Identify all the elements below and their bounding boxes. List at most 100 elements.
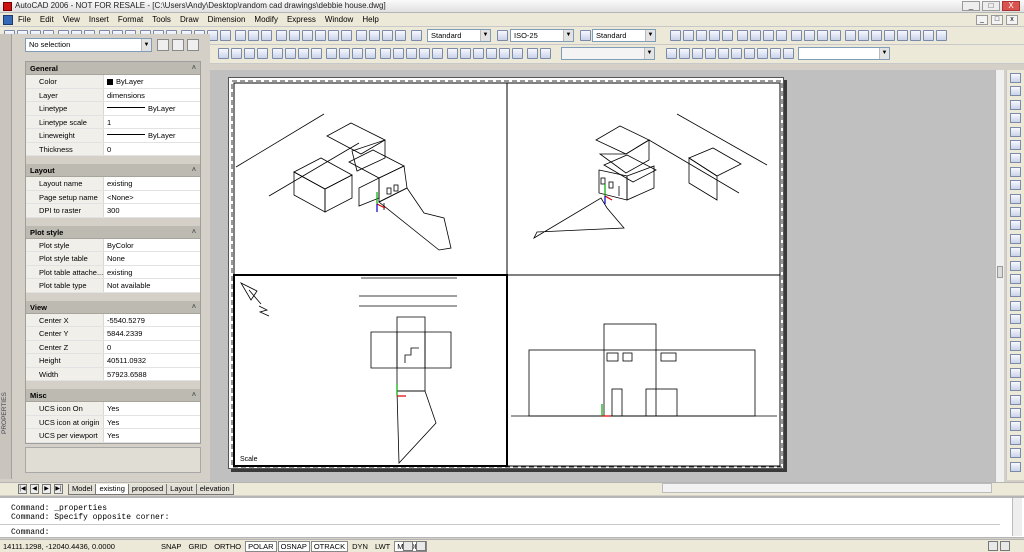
standard-tool-icon[interactable] — [884, 30, 895, 41]
collapse-icon[interactable]: ˄ — [192, 62, 196, 75]
property-row[interactable]: Center Y 5844.2339 — [26, 327, 200, 341]
property-row[interactable]: Center Z0 — [26, 340, 200, 354]
modify-tool-icon[interactable] — [1010, 448, 1021, 459]
layer-tool-icon[interactable] — [380, 48, 391, 59]
layer-tool-icon[interactable] — [244, 48, 255, 59]
layer-tool-icon[interactable] — [460, 48, 471, 59]
prev-tab-button[interactable]: ◀ — [30, 484, 39, 494]
modify-tool-icon[interactable] — [1010, 73, 1021, 83]
layer-tool-icon[interactable] — [257, 48, 268, 59]
palette-title-strip[interactable]: PROPERTIES — [0, 34, 12, 479]
layer-tool-icon[interactable] — [512, 48, 523, 59]
dim-style-combo[interactable]: ISO-25 ▼ — [510, 29, 574, 42]
layer-tool-icon[interactable] — [666, 48, 677, 59]
layer-tool-icon[interactable] — [298, 48, 309, 59]
property-row[interactable]: Height 40511.0932 — [26, 354, 200, 368]
property-value[interactable]: 5844.2339 — [104, 327, 200, 340]
modify-tool-icon[interactable] — [1010, 274, 1021, 284]
menu-window[interactable]: Window — [325, 15, 353, 24]
property-row[interactable]: Plot table type Not available — [26, 279, 200, 293]
property-row[interactable]: Center X -5540.5279 — [26, 313, 200, 327]
section-header-general[interactable]: General ˄ — [26, 62, 200, 75]
standard-tool-icon[interactable] — [871, 30, 882, 41]
standard-tool-icon[interactable] — [750, 30, 761, 41]
standard-tool-icon[interactable] — [356, 30, 367, 41]
next-tab-button[interactable]: ▶ — [42, 484, 51, 494]
property-row[interactable]: UCS icon at origin Yes — [26, 415, 200, 429]
standard-tool-icon[interactable] — [382, 30, 393, 41]
standard-tool-icon[interactable] — [395, 30, 406, 41]
tab-proposed[interactable]: proposed — [127, 484, 168, 495]
collapse-icon[interactable]: ˄ — [192, 226, 196, 239]
document-icon[interactable] — [3, 15, 13, 25]
modify-tool-icon[interactable] — [1010, 99, 1021, 110]
standard-tool-icon[interactable] — [696, 30, 707, 41]
menu-tools[interactable]: Tools — [152, 15, 171, 24]
property-row[interactable]: UCS per viewport Yes — [26, 429, 200, 443]
minimize-button[interactable]: _ — [962, 1, 980, 11]
selection-dropdown[interactable]: No selection ▼ — [25, 38, 152, 52]
standard-tool-icon[interactable] — [776, 30, 787, 41]
modify-tool-icon[interactable] — [1010, 86, 1021, 97]
doc-restore-button[interactable]: □ — [991, 15, 1003, 25]
modify-tool-icon[interactable] — [1010, 300, 1021, 311]
modify-tool-icon[interactable] — [1010, 233, 1021, 244]
lock-icon[interactable] — [988, 541, 998, 551]
first-tab-button[interactable]: |◀ — [18, 484, 27, 494]
toggle-ortho[interactable]: ORTHO — [211, 541, 244, 552]
modify-tool-icon[interactable] — [1010, 287, 1021, 298]
modify-tool-icon[interactable] — [1010, 461, 1021, 472]
modify-tool-icon[interactable] — [1010, 193, 1021, 204]
section-header-plot-style[interactable]: Plot style ˄ — [26, 225, 200, 239]
modify-tool-icon[interactable] — [1010, 314, 1021, 325]
modify-tool-icon[interactable] — [1010, 220, 1021, 231]
property-value[interactable]: -5540.5279 — [104, 314, 200, 327]
section-header-layout[interactable]: Layout ˄ — [26, 164, 200, 177]
layer-tool-icon[interactable] — [432, 48, 443, 59]
property-row[interactable]: Layer dimensions — [26, 88, 200, 102]
property-row[interactable]: Page setup name <None> — [26, 190, 200, 204]
menu-format[interactable]: Format — [118, 15, 143, 24]
text-style-combo[interactable]: Standard ▼ — [427, 29, 491, 42]
layer-tool-icon[interactable] — [731, 48, 742, 59]
tab-existing[interactable]: existing — [95, 484, 129, 495]
modify-tool-icon[interactable] — [1010, 434, 1021, 445]
standard-tool-icon[interactable] — [261, 30, 272, 41]
section-header-view[interactable]: View ˄ — [26, 300, 200, 314]
property-value[interactable]: existing — [104, 177, 200, 190]
layer-tool-icon[interactable] — [406, 48, 417, 59]
quick-select-icon[interactable] — [187, 39, 199, 51]
tab-model[interactable]: Model — [68, 484, 97, 495]
modify-tool-icon[interactable] — [1010, 113, 1021, 124]
standard-tool-icon[interactable] — [936, 30, 947, 41]
modify-tool-icon[interactable] — [1010, 408, 1021, 418]
standard-tool-icon[interactable] — [830, 30, 841, 41]
layer-tool-icon[interactable] — [447, 48, 458, 59]
toggle-dyn[interactable]: DYN — [349, 541, 371, 552]
layer-tool-icon[interactable] — [218, 48, 229, 59]
layer-tool-icon[interactable] — [473, 48, 484, 59]
layer-tool-icon[interactable] — [285, 48, 296, 59]
property-row[interactable]: Layout name existing — [26, 177, 200, 191]
menu-file[interactable]: File — [18, 15, 31, 24]
modify-tool-icon[interactable] — [1010, 341, 1021, 351]
layer-tool-icon[interactable] — [419, 48, 430, 59]
layer-tool-icon[interactable] — [486, 48, 497, 59]
standard-tool-icon[interactable] — [722, 30, 733, 41]
maximize-button[interactable]: □ — [982, 1, 1000, 11]
layer-tool-icon[interactable] — [757, 48, 768, 59]
layer-tool-icon[interactable] — [311, 48, 322, 59]
property-value[interactable]: 1 — [104, 116, 200, 129]
layer-tool-icon[interactable] — [679, 48, 690, 59]
property-value[interactable]: Yes — [104, 429, 200, 442]
layout-icon[interactable] — [416, 541, 426, 551]
modify-tool-icon[interactable] — [1010, 367, 1021, 378]
modify-tool-icon[interactable] — [1010, 126, 1021, 137]
collapse-icon[interactable]: ˄ — [192, 389, 196, 402]
tab-layout[interactable]: Layout — [166, 484, 197, 495]
standard-tool-icon[interactable] — [670, 30, 681, 41]
vertical-scrollbar[interactable] — [995, 70, 1004, 482]
standard-tool-icon[interactable] — [683, 30, 694, 41]
layer-tool-icon[interactable] — [272, 48, 283, 59]
layer-tool-icon[interactable] — [365, 48, 376, 59]
